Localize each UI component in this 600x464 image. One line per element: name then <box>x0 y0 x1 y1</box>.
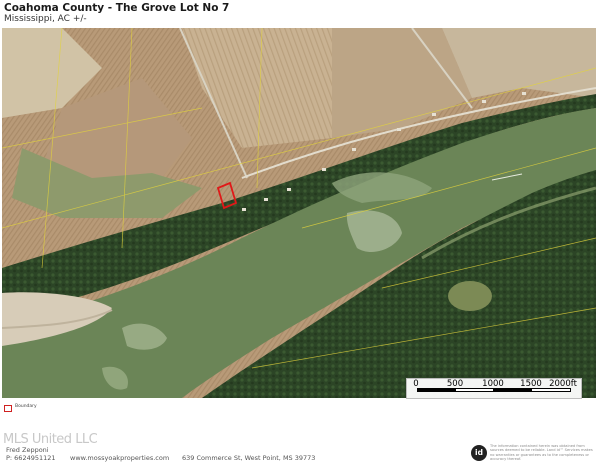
agent-name: Fred Zepponi <box>6 446 49 454</box>
map-title: Coahoma County - The Grove Lot No 7 <box>4 2 230 14</box>
scale-bar: 0 500 1000 1500 2000ft <box>406 378 582 399</box>
scale-label-2000ft: 2000ft <box>549 379 577 389</box>
legend-boundary-label: Boundary <box>15 404 37 409</box>
agent-website-link[interactable]: www.mossyoakproperties.com <box>70 454 169 462</box>
land-id-logo: id <box>471 445 487 461</box>
forest-clearing <box>448 281 492 311</box>
scale-label-0: 0 <box>413 379 419 389</box>
aerial-map-svg <box>2 28 596 398</box>
scale-label-500: 500 <box>446 379 464 389</box>
office-address: 639 Commerce St, West Point, MS 39773 <box>182 454 316 462</box>
legend-boundary-swatch <box>4 405 12 412</box>
scale-label-1500: 1500 <box>520 379 542 389</box>
mls-watermark: MLS United LLC <box>3 432 98 447</box>
scale-label-1000: 1000 <box>482 379 504 389</box>
disclaimer-text: The information contained herein was obt… <box>490 444 593 462</box>
map-subtitle: Mississippi, AC +/- <box>4 14 87 24</box>
agent-phone[interactable]: P: 6624951121 <box>6 454 56 462</box>
aerial-map[interactable] <box>2 28 596 398</box>
